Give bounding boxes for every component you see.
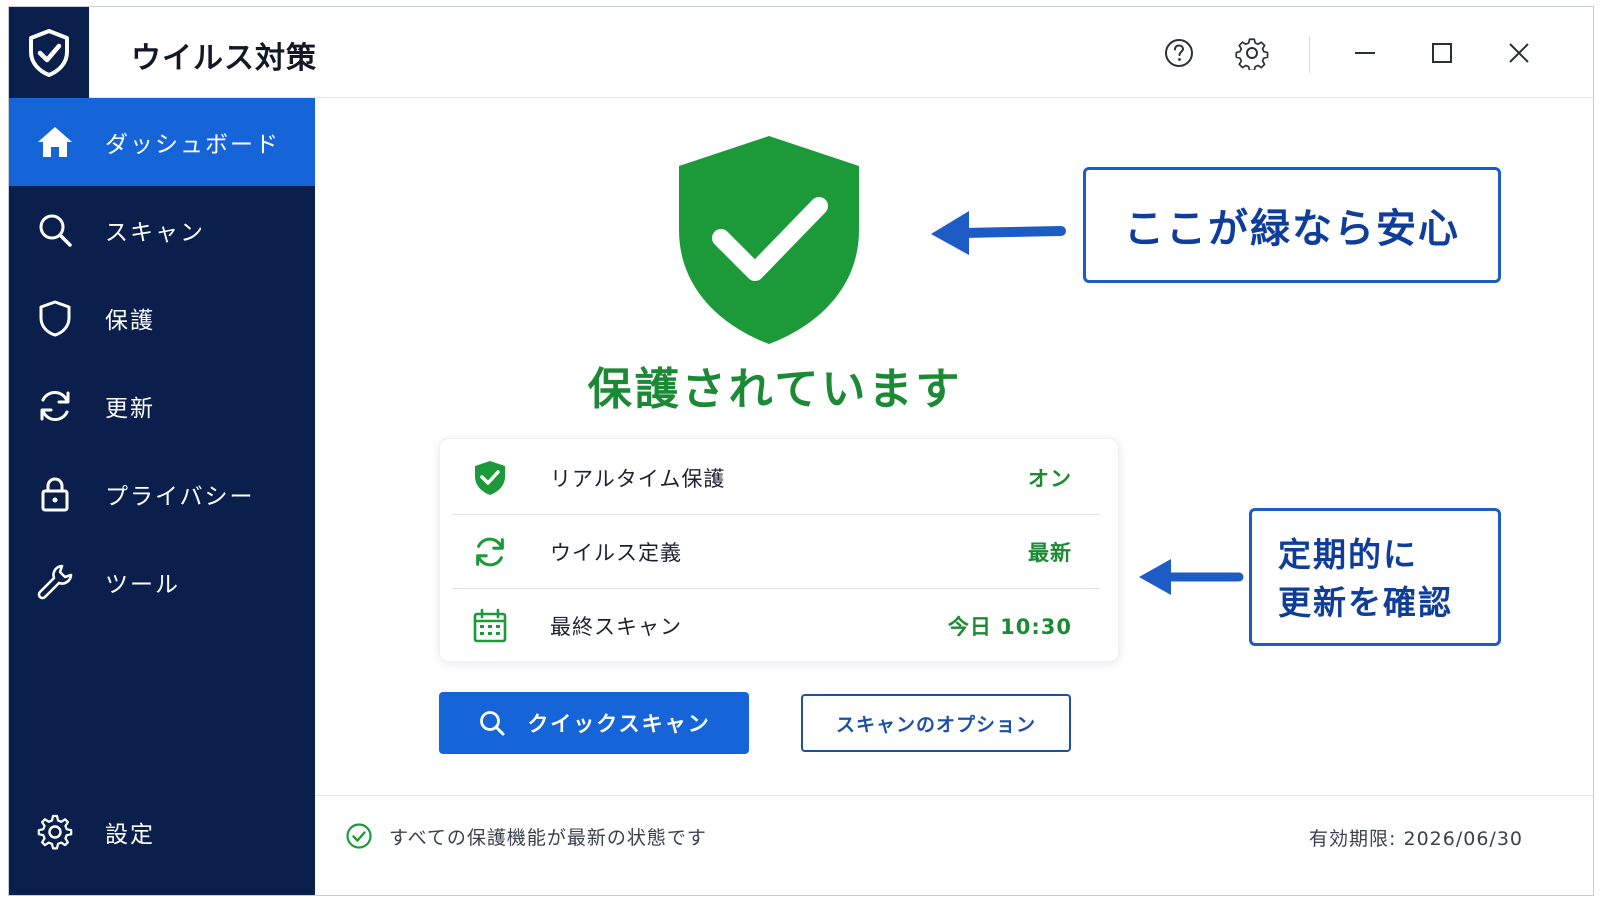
refresh-icon bbox=[35, 386, 75, 426]
title-bar: ウイルス対策 bbox=[9, 7, 1593, 98]
annotation-arrow-1 bbox=[931, 211, 1066, 255]
gear-icon bbox=[1235, 38, 1269, 70]
sidebar-item-scan[interactable]: スキャン bbox=[9, 186, 315, 274]
status-card: リアルタイム保護 オン ウイルス定義 最新 最終スキャン 今日 10:30 bbox=[439, 438, 1119, 662]
sidebar-item-label: 設定 bbox=[105, 822, 155, 848]
annotation-arrow-2 bbox=[1139, 559, 1244, 595]
search-icon bbox=[35, 210, 75, 250]
app-logo bbox=[9, 7, 89, 98]
sidebar-item-label: 保護 bbox=[105, 308, 155, 334]
status-row-definitions: ウイルス定義 最新 bbox=[452, 515, 1100, 589]
sidebar-item-label: ツール bbox=[105, 572, 180, 598]
callout-line: 更新を確認 bbox=[1278, 583, 1453, 622]
quick-scan-label: クイックスキャン bbox=[527, 712, 711, 736]
sidebar: ダッシュボード スキャン 保護 更新 プライバシー ツール 設定 bbox=[9, 98, 315, 895]
maximize-icon bbox=[1432, 43, 1452, 63]
lock-icon bbox=[35, 474, 75, 514]
sidebar-item-dashboard[interactable]: ダッシュボード bbox=[9, 98, 315, 186]
sidebar-item-label: スキャン bbox=[105, 220, 205, 246]
scan-options-button[interactable]: スキャンのオプション bbox=[801, 694, 1071, 752]
shield-check-icon bbox=[679, 136, 859, 344]
status-value: オン bbox=[1028, 466, 1072, 491]
annotation-callout-update: 定期的に 更新を確認 bbox=[1249, 508, 1501, 646]
status-row-last-scan: 最終スキャン 今日 10:30 bbox=[452, 589, 1100, 663]
shield-check-icon bbox=[29, 28, 69, 77]
protection-status: 保護されています bbox=[587, 364, 963, 415]
app-title: ウイルス対策 bbox=[131, 41, 317, 76]
sidebar-item-update[interactable]: 更新 bbox=[9, 362, 315, 450]
minimize-icon bbox=[1355, 52, 1375, 54]
gear-icon bbox=[35, 812, 75, 852]
maximize-button[interactable] bbox=[1422, 33, 1462, 73]
sidebar-item-protection[interactable]: 保護 bbox=[9, 274, 315, 362]
close-icon bbox=[1509, 43, 1529, 63]
callout-line: 定期的に bbox=[1278, 535, 1418, 574]
license-expiry: 有効期限: 2026/06/30 bbox=[1309, 828, 1523, 850]
status-row-realtime: リアルタイム保護 オン bbox=[452, 441, 1100, 515]
home-icon bbox=[35, 122, 75, 162]
calendar-icon bbox=[470, 606, 510, 646]
close-button[interactable] bbox=[1499, 33, 1539, 73]
check-circle-icon bbox=[345, 822, 373, 850]
search-icon bbox=[477, 708, 507, 738]
sidebar-item-label: プライバシー bbox=[105, 484, 255, 510]
sidebar-item-label: ダッシュボード bbox=[105, 132, 280, 158]
footer-status: すべての保護機能が最新の状態です bbox=[345, 822, 707, 850]
minimize-button[interactable] bbox=[1345, 33, 1385, 73]
status-value: 最新 bbox=[1028, 540, 1072, 565]
sidebar-item-tools[interactable]: ツール bbox=[9, 538, 315, 626]
status-label: リアルタイム保護 bbox=[550, 466, 726, 491]
sidebar-item-privacy[interactable]: プライバシー bbox=[9, 450, 315, 538]
settings-button[interactable] bbox=[1232, 33, 1272, 73]
refresh-icon bbox=[470, 532, 510, 572]
wrench-icon bbox=[35, 562, 75, 602]
shield-icon bbox=[35, 298, 75, 338]
titlebar-separator bbox=[1309, 37, 1310, 73]
app-window: ウイルス対策 ダッシュボード スキャン 保護 更新 プライバシー ツール 設定 … bbox=[8, 6, 1594, 896]
sidebar-item-settings[interactable]: 設定 bbox=[9, 788, 315, 876]
sidebar-item-label: 更新 bbox=[105, 396, 155, 422]
shield-check-icon bbox=[470, 458, 510, 498]
status-value: 今日 10:30 bbox=[947, 615, 1072, 639]
status-label: ウイルス定義 bbox=[550, 540, 682, 565]
help-icon bbox=[1165, 39, 1193, 67]
status-label: 最終スキャン bbox=[550, 615, 682, 639]
status-footer: すべての保護機能が最新の状態です 有効期限: 2026/06/30 bbox=[315, 795, 1593, 895]
footer-status-text: すべての保護機能が最新の状態です bbox=[389, 826, 707, 849]
help-button[interactable] bbox=[1159, 33, 1199, 73]
quick-scan-button[interactable]: クイックスキャン bbox=[439, 692, 749, 754]
annotation-callout-status: ここが緑なら安心 bbox=[1083, 167, 1501, 283]
